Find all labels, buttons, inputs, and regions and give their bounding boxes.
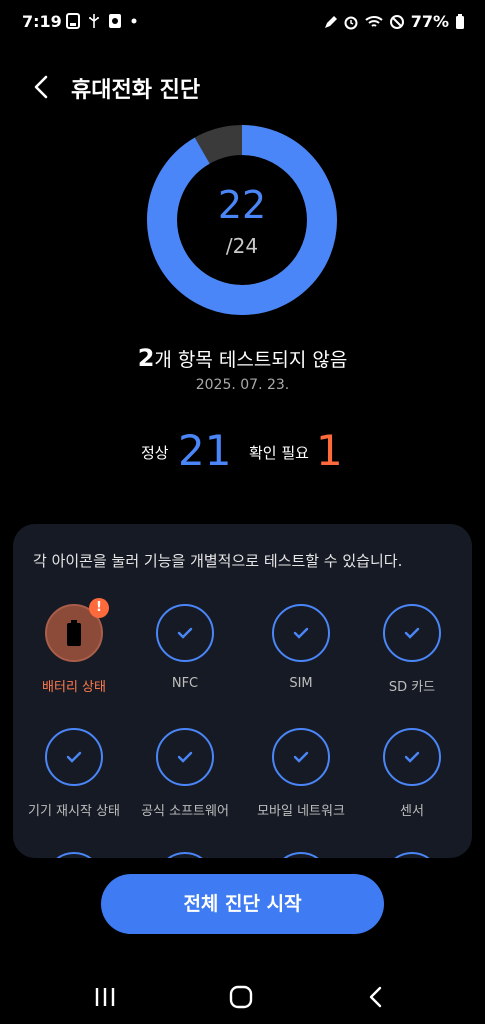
score-total: /24 [225, 234, 259, 258]
test-panel[interactable]: 각 아이콘을 눌러 기능을 개별적으로 테스트할 수 있습니다. ! 배터리 상… [13, 524, 472, 858]
test-item-label: 공식 소프트웨어 [141, 804, 229, 819]
test-item-sim[interactable]: SIM [246, 604, 356, 691]
check-icon [293, 627, 309, 639]
home-button[interactable] [228, 984, 258, 1010]
alarm-icon [344, 16, 358, 29]
start-full-diagnosis-button[interactable]: 전체 진단 시작 [101, 874, 384, 934]
wifi-icon [365, 15, 383, 27]
status-time: 7:19 [22, 12, 62, 31]
check-icon [293, 751, 309, 763]
score-value: 22 [217, 183, 267, 227]
summary-count: 2 [137, 344, 155, 372]
sim-test-button[interactable] [272, 604, 330, 662]
test-item-partial[interactable] [45, 852, 103, 858]
status-left-icons [66, 13, 138, 29]
test-item-partial[interactable] [272, 852, 330, 858]
test-item-label: SD 카드 [388, 680, 436, 695]
battery-test-button[interactable]: ! [45, 598, 109, 662]
recent-apps-button[interactable] [92, 984, 122, 1010]
nfc-card-icon [109, 14, 121, 28]
normal-label: 정상 [141, 444, 169, 462]
software-test-button[interactable] [156, 728, 214, 786]
check-needed-count: 1 [316, 426, 343, 475]
navigation-bar [0, 972, 485, 1024]
test-item-nfc[interactable]: NFC [130, 604, 240, 691]
check-icon [177, 751, 193, 763]
test-item-label: SIM [289, 676, 313, 691]
restart-test-button[interactable] [45, 728, 103, 786]
test-item-label: 배터리 상태 [42, 680, 106, 695]
usb-icon [89, 14, 99, 28]
battery-icon [456, 13, 464, 29]
nfc-test-button[interactable] [156, 604, 214, 662]
normal-count: 21 [178, 426, 232, 475]
recent-apps-icon [95, 988, 115, 1006]
test-item-software[interactable]: 공식 소프트웨어 [130, 728, 240, 819]
test-item-label: 기기 재시작 상태 [28, 804, 120, 819]
chevron-left-icon [34, 75, 48, 99]
sensor-test-button[interactable] [383, 728, 441, 786]
check-icon [66, 751, 82, 763]
check-icon [404, 751, 420, 763]
dot-icon [131, 18, 137, 24]
check-needed-label: 확인 필요 [249, 444, 309, 462]
back-nav-button[interactable] [364, 984, 394, 1010]
status-right: 77% [323, 12, 465, 31]
chevron-left-icon [369, 986, 382, 1008]
test-item-sd-card[interactable]: SD 카드 [357, 604, 467, 695]
test-item-label: 센서 [400, 804, 424, 819]
sd-card-test-button[interactable] [383, 604, 441, 662]
check-icon [177, 627, 193, 639]
summary-text: 2개 항목 테스트되지 않음 [0, 344, 485, 372]
test-item-partial[interactable] [383, 852, 441, 858]
check-icon [404, 627, 420, 639]
summary-date: 2025. 07. 23. [195, 377, 290, 393]
test-item-battery[interactable]: ! 배터리 상태 [19, 598, 129, 695]
test-item-label: 모바일 네트워크 [257, 804, 345, 819]
edit-icon [324, 15, 337, 28]
warning-badge: ! [89, 598, 109, 618]
summary-label: 개 항목 테스트되지 않음 [154, 349, 348, 371]
battery-icon [67, 620, 81, 646]
screen-icon [66, 13, 80, 29]
do-not-disturb-icon [389, 14, 404, 29]
status-bar: 7:19 77% [0, 0, 485, 44]
battery-percent: 77% [410, 12, 449, 31]
back-button[interactable] [30, 72, 60, 102]
test-item-mobile-network[interactable]: 모바일 네트워크 [246, 728, 356, 819]
panel-description: 각 아이콘을 눌러 기능을 개별적으로 테스트할 수 있습니다. [33, 552, 403, 570]
test-item-restart[interactable]: 기기 재시작 상태 [19, 728, 129, 819]
home-icon [229, 985, 253, 1009]
test-item-partial[interactable] [156, 852, 214, 858]
page-title: 휴대전화 진단 [71, 78, 201, 103]
test-item-sensor[interactable]: 센서 [357, 728, 467, 819]
test-item-label: NFC [171, 676, 199, 691]
mobile-network-test-button[interactable] [272, 728, 330, 786]
